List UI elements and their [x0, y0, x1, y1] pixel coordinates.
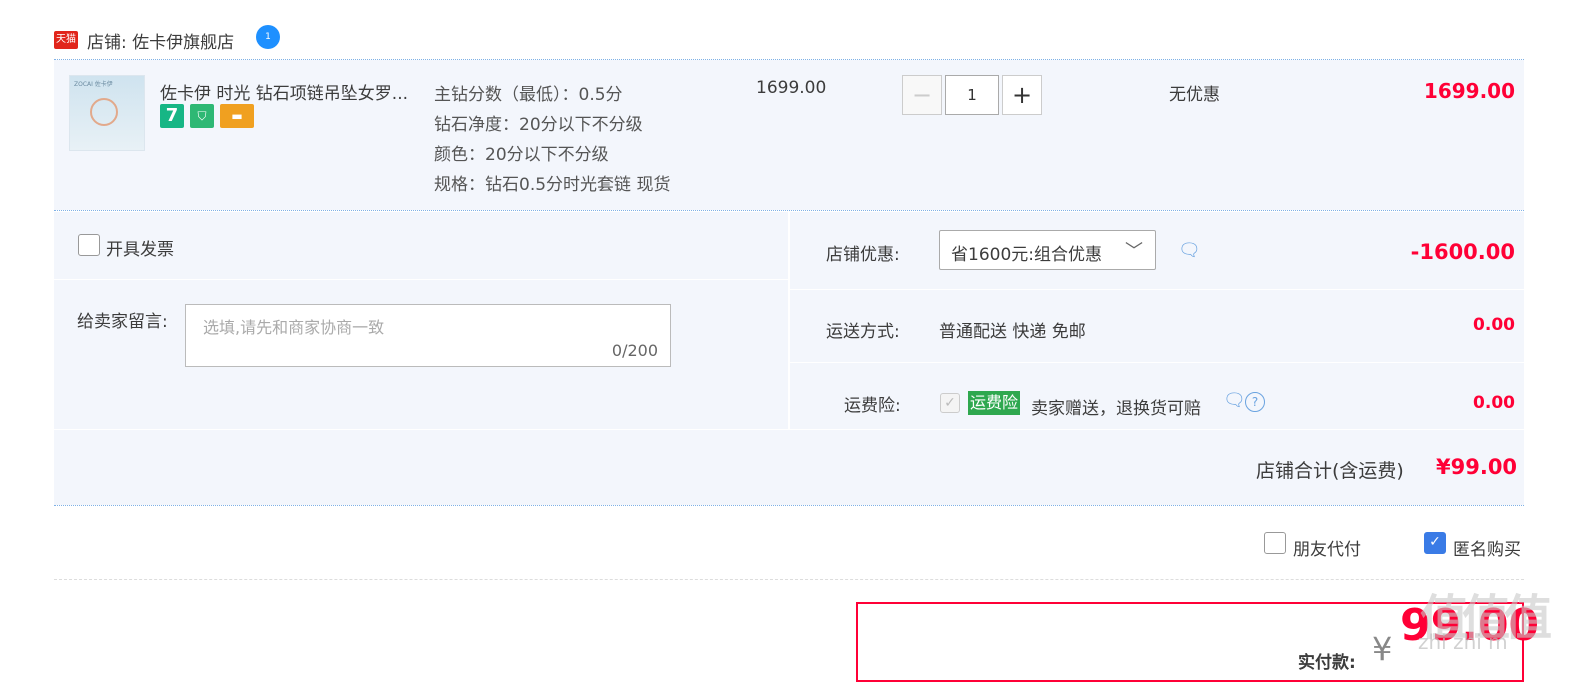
shop-discount-amount: -1600.00 [1410, 240, 1515, 264]
quantity-increase-button[interactable]: + [1002, 75, 1042, 115]
insurance-amount: 0.00 [1473, 393, 1515, 413]
shipping-label: 运送方式: [826, 322, 900, 342]
watermark-text: zhi zhi m [1418, 630, 1508, 654]
shield-guarantee-icon[interactable]: ⛉ [190, 104, 214, 128]
message-counter: 0/200 [611, 341, 658, 360]
item-divider [54, 210, 1524, 211]
product-prop-color: 颜色：20分以下不分级 [434, 145, 609, 165]
shipping-method: 普通配送 快递 免邮 [939, 322, 1086, 342]
quantity-input[interactable]: 1 [945, 75, 999, 115]
message-label: 给卖家留言: [77, 312, 168, 332]
seven-day-return-icon[interactable]: 7 [160, 104, 184, 128]
product-prop-main-diamond: 主钻分数（最低）：0.5分 [434, 85, 623, 105]
seller-message-textarea[interactable]: 选填,请先和商家协商一致 0/200 [185, 304, 671, 367]
summary-divider [790, 362, 1524, 363]
shop-name[interactable]: 店铺: 佐卡伊旗舰店 [87, 28, 234, 53]
invoice-checkbox[interactable] [78, 234, 100, 256]
comment-icon[interactable]: 🗨 [1223, 390, 1246, 411]
item-subtotal: 1699.00 [1423, 79, 1515, 103]
thumbnail-brand: ZOCAI 佐卡伊 [74, 81, 113, 88]
unit-price: 1699.00 [756, 78, 827, 98]
insurance-checkbox: ✓ [940, 393, 960, 413]
chevron-down-icon: ﹀ [1125, 241, 1143, 262]
payment-label: 实付款: [1298, 653, 1356, 673]
product-thumbnail[interactable]: ZOCAI 佐卡伊 [69, 75, 145, 151]
item-promotion: 无优惠 [1169, 85, 1220, 105]
product-prop-clarity: 钻石净度：20分以下不分级 [434, 115, 643, 135]
message-placeholder: 选填,请先和商家协商一致 [203, 318, 385, 337]
anonymous-label[interactable]: 匿名购买 [1453, 535, 1521, 560]
friend-pay-label[interactable]: 朋友代付 [1293, 535, 1361, 560]
insurance-label: 运费险: [844, 396, 901, 416]
panel-divider [54, 279, 788, 280]
shop-discount-selected: 省1600元:组合优惠 [951, 245, 1102, 265]
product-prop-spec: 规格：钻石0.5分时光套链 现货 [434, 175, 671, 195]
insurance-badge: 运费险 [968, 391, 1021, 415]
shop-total-label: 店铺合计(含运费) [1256, 460, 1404, 482]
comment-icon[interactable]: 🗨 [1178, 240, 1201, 261]
necklace-ring-icon [90, 98, 118, 126]
friend-pay-checkbox[interactable] [1264, 532, 1286, 554]
wangwang-chat-icon[interactable]: 1 [256, 25, 280, 49]
options-divider [54, 579, 1524, 580]
card-payment-icon[interactable]: ▬ [220, 104, 254, 128]
tmall-logo-icon: 天猫 [54, 31, 78, 49]
insurance-text: 卖家赠送，退换货可赔 [1031, 399, 1201, 419]
summary-divider [790, 289, 1524, 290]
invoice-label[interactable]: 开具发票 [106, 235, 174, 260]
quantity-decrease-button[interactable]: − [902, 75, 942, 115]
total-divider [54, 505, 1524, 506]
help-icon[interactable]: ? [1245, 392, 1265, 412]
shipping-amount: 0.00 [1473, 315, 1515, 335]
anonymous-checkbox[interactable]: ✓ [1424, 532, 1446, 554]
shop-discount-select[interactable]: 省1600元:组合优惠 ﹀ [939, 230, 1156, 270]
payment-currency: ¥ [1372, 630, 1393, 668]
shop-total-amount: ¥99.00 [1436, 455, 1518, 479]
shop-discount-label: 店铺优惠: [826, 245, 900, 265]
product-title-link[interactable]: 佐卡伊 时光 钻石项链吊坠女罗... [160, 79, 408, 104]
